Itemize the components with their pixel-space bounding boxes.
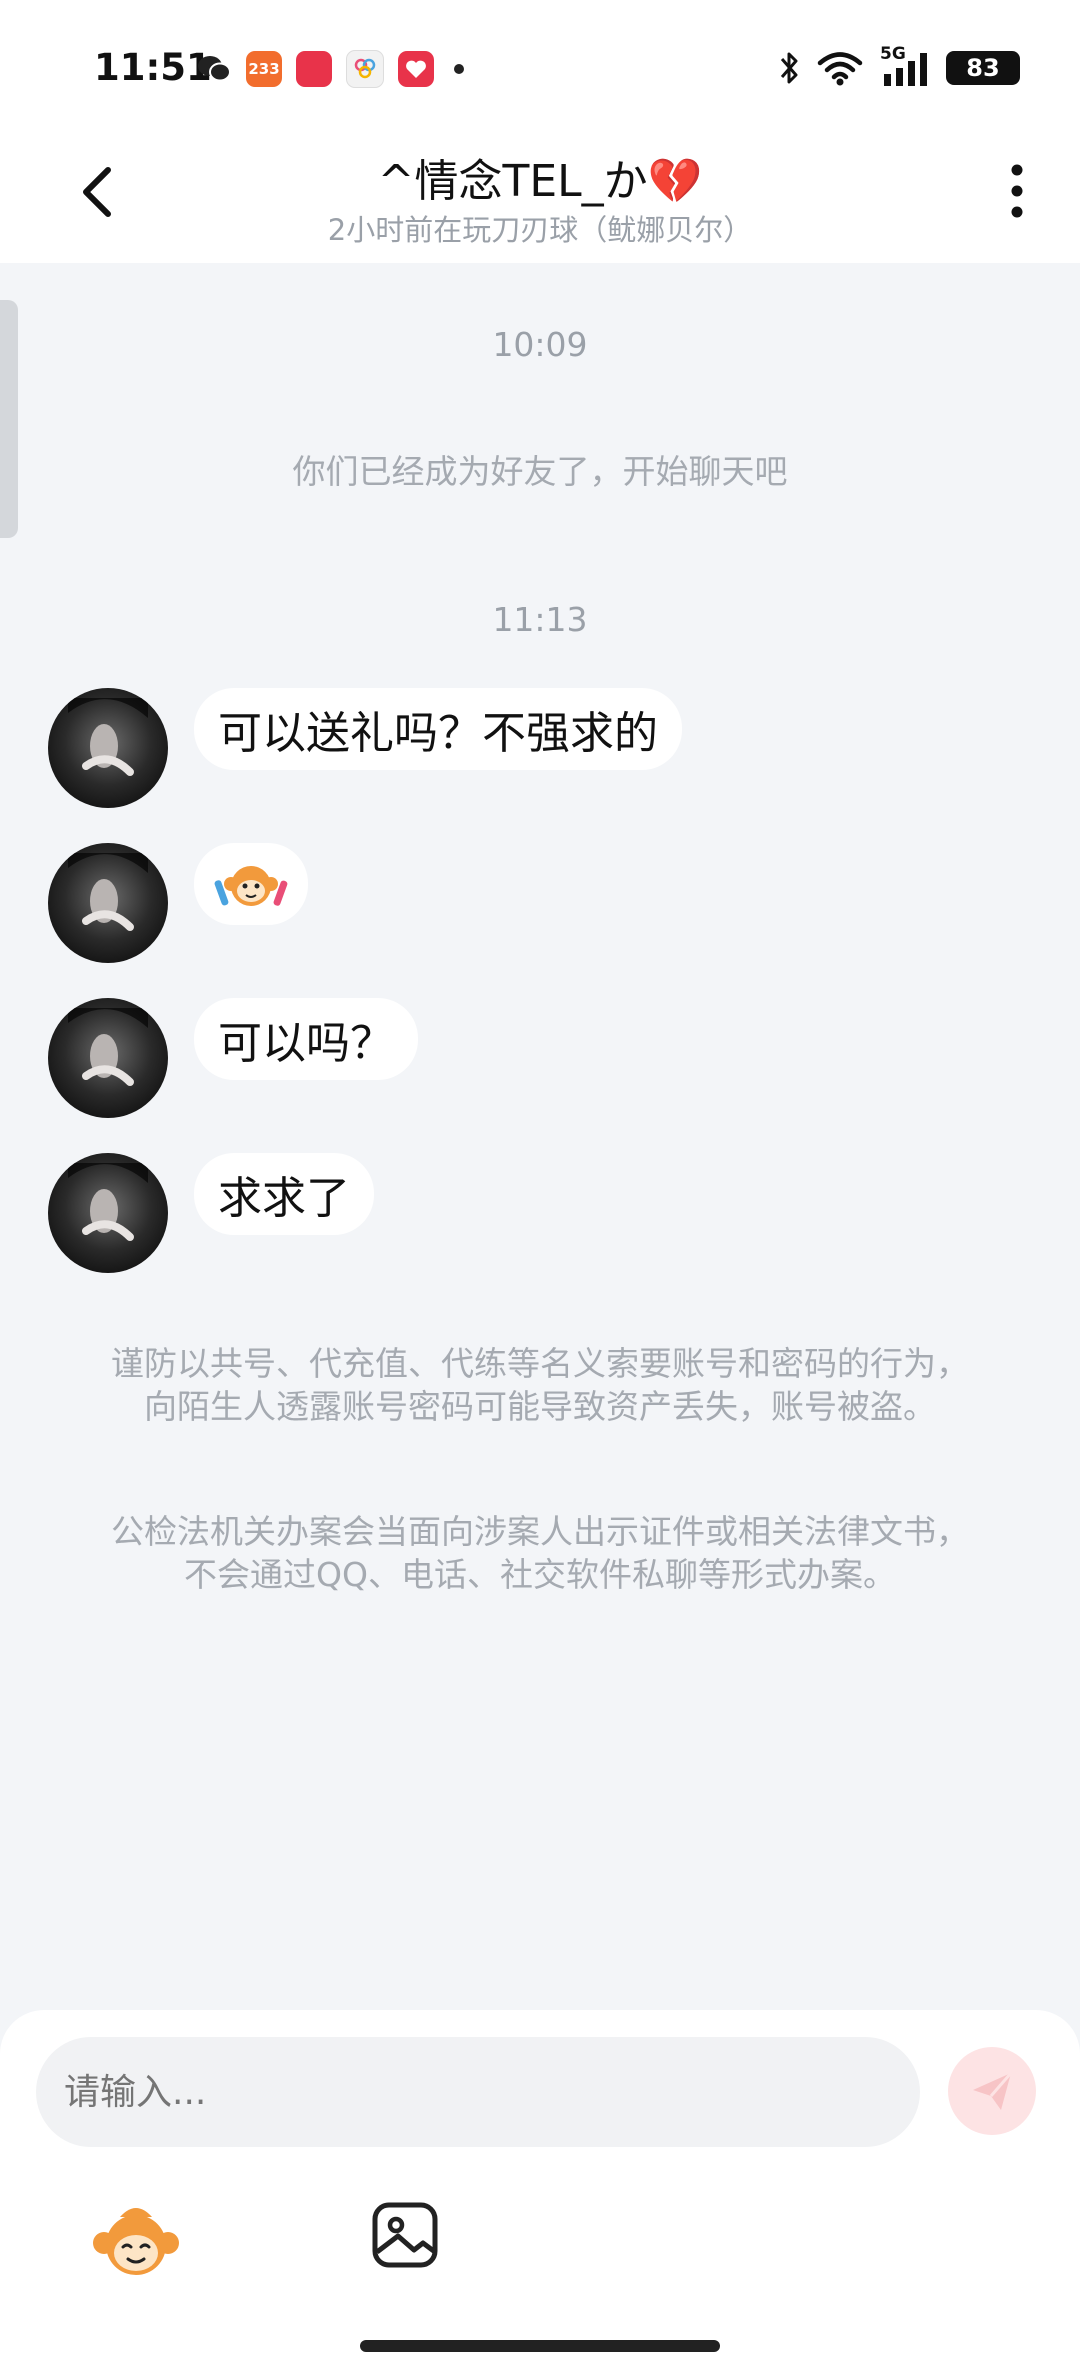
timestamp: 11:13 [492,600,588,639]
send-button[interactable] [948,2047,1036,2135]
message-bubble[interactable]: 求求了 [194,1153,374,1235]
home-indicator[interactable] [360,2340,720,2352]
status-indicators: 5G 83 [778,44,1020,88]
message-row: 可以吗？ [48,998,418,1118]
input-panel [0,2010,1080,2373]
app-colorful-icon [346,50,384,88]
image-picker-button[interactable] [370,2200,440,2270]
image-icon [372,2202,438,2268]
timestamp: 10:09 [492,325,588,364]
app-red-icon [296,51,332,87]
battery-indicator: 83 [946,51,1020,85]
message-bubble[interactable]: 可以吗？ [194,998,418,1080]
avatar[interactable] [48,843,168,963]
app-233-icon: 233 [246,51,282,87]
chat-subtitle: 2小时前在玩刀刃球（鱿娜贝尔） [327,213,753,247]
security-warning: 公检法机关办案会当面向涉案人出示证件或相关法律文书，不会通过QQ、电话、社交软件… [111,1512,969,1594]
system-message: 你们已经成为好友了，开始聊天吧 [292,452,788,491]
chat-header: ^情念ТEL_か💔 2小时前在玩刀刃球（鱿娜贝尔） [0,135,1080,263]
more-options-button[interactable] [992,157,1042,227]
more-notifications-dot [454,64,464,74]
bluetooth-icon [780,52,798,84]
sticker-button[interactable] [90,2195,182,2287]
avatar[interactable] [48,1153,168,1273]
message-row: 求求了 [48,1153,374,1273]
cellular-icon: 5G [880,44,930,88]
message-input[interactable] [36,2037,920,2147]
status-time: 11:51 [94,46,212,89]
wechat-icon [196,51,232,87]
paper-plane-icon [973,2072,1013,2110]
sticker-bubble[interactable] [194,843,308,925]
avatar[interactable] [48,688,168,808]
status-bar: 11:51 233 5G 83 [0,0,1080,135]
message-row: 可以送礼吗？不强求的 [48,688,682,808]
avatar[interactable] [48,998,168,1118]
notification-icons: 233 [196,50,464,88]
chat-title: ^情念ТEL_か💔 [377,156,703,207]
wifi-icon [817,52,863,86]
app-heart-icon [398,51,434,87]
monkey-face-icon [93,2208,179,2275]
message-bubble[interactable]: 可以送礼吗？不强求的 [194,688,682,770]
message-row [48,843,308,963]
monkey-sticker-icon [214,866,288,906]
security-warning: 谨防以共号、代充值、代练等名义索要账号和密码的行为，向陌生人透露账号密码可能导致… [111,1344,969,1426]
more-vertical-icon [1011,164,1023,218]
